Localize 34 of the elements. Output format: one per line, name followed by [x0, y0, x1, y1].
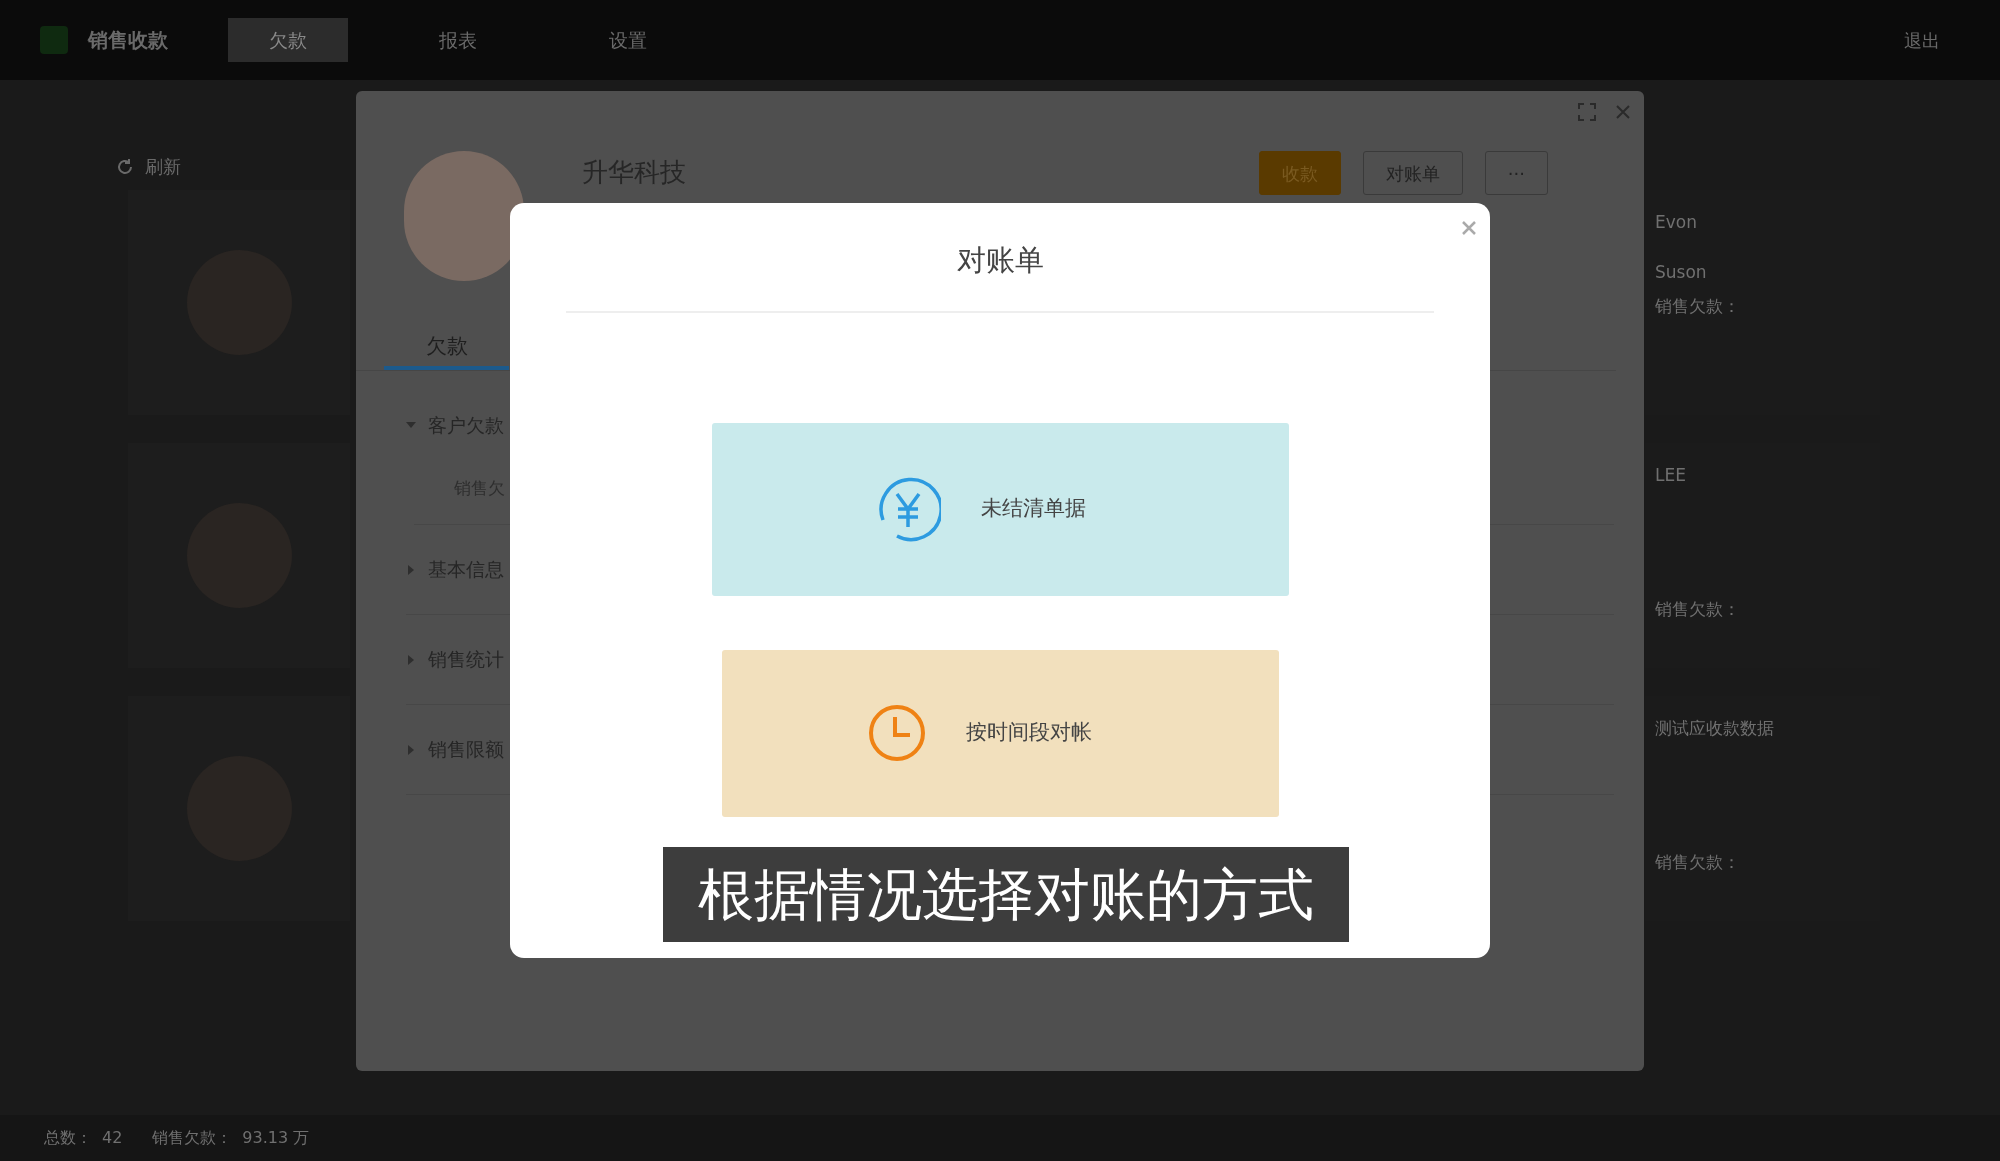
debt-label: 销售欠款：: [152, 1127, 233, 1149]
debt-total: 93.13 万: [242, 1127, 310, 1149]
debt-label: 销售欠款：: [1655, 598, 1741, 621]
menu-tab[interactable]: 欠款: [228, 18, 348, 62]
panel-button[interactable]: ···: [1484, 151, 1548, 195]
customer-name: 测试应收款数据: [1655, 717, 1775, 740]
debt-label: 销售欠款：: [1655, 851, 1741, 874]
menu-tab[interactable]: 设置: [568, 18, 688, 62]
count-label: 总数：: [44, 1127, 92, 1149]
clock-icon: [868, 704, 926, 762]
refresh-icon: [115, 156, 135, 177]
logout-link[interactable]: 退出: [1904, 26, 1940, 54]
caret-right-icon[interactable]: [406, 744, 416, 755]
option-card[interactable]: 未结清单据: [711, 422, 1289, 596]
menu-tab[interactable]: 报表: [398, 18, 518, 62]
customer-name: Evon: [1655, 211, 1698, 234]
video-caption: 根据情况选择对账的方式: [663, 847, 1349, 942]
option-label: 按时间段对帐: [966, 719, 1092, 747]
app-title: 销售收款: [88, 27, 168, 54]
caret-right-icon[interactable]: [406, 654, 416, 665]
customer-name: LEE: [1655, 464, 1687, 487]
close-icon[interactable]: [1616, 105, 1630, 119]
contact-name: Suson: [1655, 261, 1708, 284]
caret-right-icon[interactable]: [406, 564, 416, 575]
debt-label: 销售欠款：: [1655, 295, 1741, 318]
dialog-title: 对账单: [956, 242, 1044, 279]
caret-down-icon[interactable]: [406, 420, 416, 430]
option-label: 未结清单据: [980, 495, 1086, 523]
count-value: 42: [102, 1127, 123, 1149]
fullscreen-icon[interactable]: [1578, 103, 1596, 121]
close-icon[interactable]: [1462, 221, 1476, 235]
logo-icon: [40, 26, 68, 54]
refresh-button[interactable]: 刷新: [115, 153, 181, 180]
option-card[interactable]: 按时间段对帐: [721, 649, 1279, 817]
